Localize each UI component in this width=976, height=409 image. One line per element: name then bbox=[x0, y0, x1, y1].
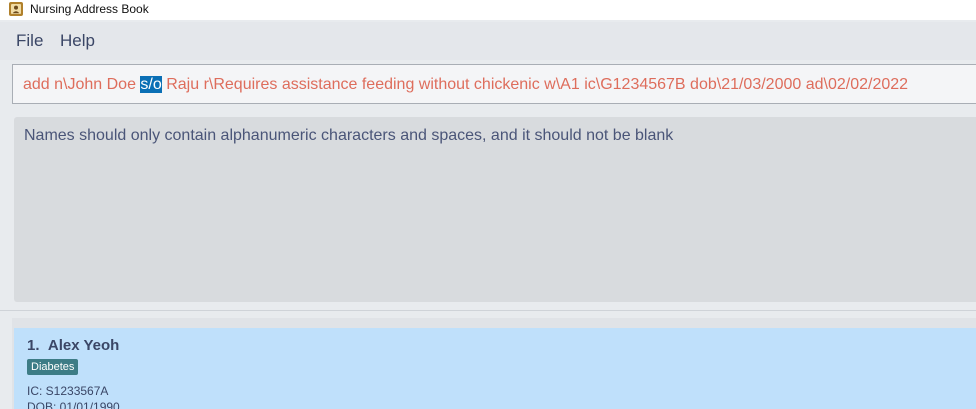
patient-ic: IC: S1233567A bbox=[27, 384, 109, 398]
patient-index: 1. bbox=[27, 337, 40, 354]
address-book-icon bbox=[9, 2, 23, 16]
menu-bar: File Help bbox=[0, 22, 976, 60]
tag-badge: Diabetes bbox=[27, 359, 79, 375]
command-input[interactable]: add n\John Doe s/o Raju r\Requires assis… bbox=[12, 64, 976, 104]
command-text: add n\John Doe s/o Raju r\Requires assis… bbox=[23, 75, 908, 95]
patient-list[interactable]: 1. Alex Yeoh Diabetes IC: S1233567A DOB:… bbox=[12, 318, 976, 409]
divider bbox=[0, 310, 976, 311]
menu-file[interactable]: File bbox=[16, 31, 43, 51]
patient-name: 1. Alex Yeoh bbox=[27, 337, 119, 354]
window-title: Nursing Address Book bbox=[30, 2, 149, 16]
command-text-after: Raju r\Requires assistance feeding witho… bbox=[161, 76, 909, 93]
result-display: Names should only contain alphanumeric c… bbox=[14, 117, 976, 302]
command-text-before: add n\John Doe bbox=[23, 76, 141, 93]
result-message: Names should only contain alphanumeric c… bbox=[24, 127, 674, 144]
patient-dob: DOB: 01/01/1990 bbox=[27, 400, 120, 409]
title-bar: Nursing Address Book bbox=[0, 0, 976, 20]
patient-name-text: Alex Yeoh bbox=[47, 337, 120, 354]
menu-help[interactable]: Help bbox=[60, 31, 95, 51]
patient-card[interactable]: 1. Alex Yeoh Diabetes IC: S1233567A DOB:… bbox=[14, 328, 976, 409]
command-selection: s/o bbox=[140, 76, 162, 93]
